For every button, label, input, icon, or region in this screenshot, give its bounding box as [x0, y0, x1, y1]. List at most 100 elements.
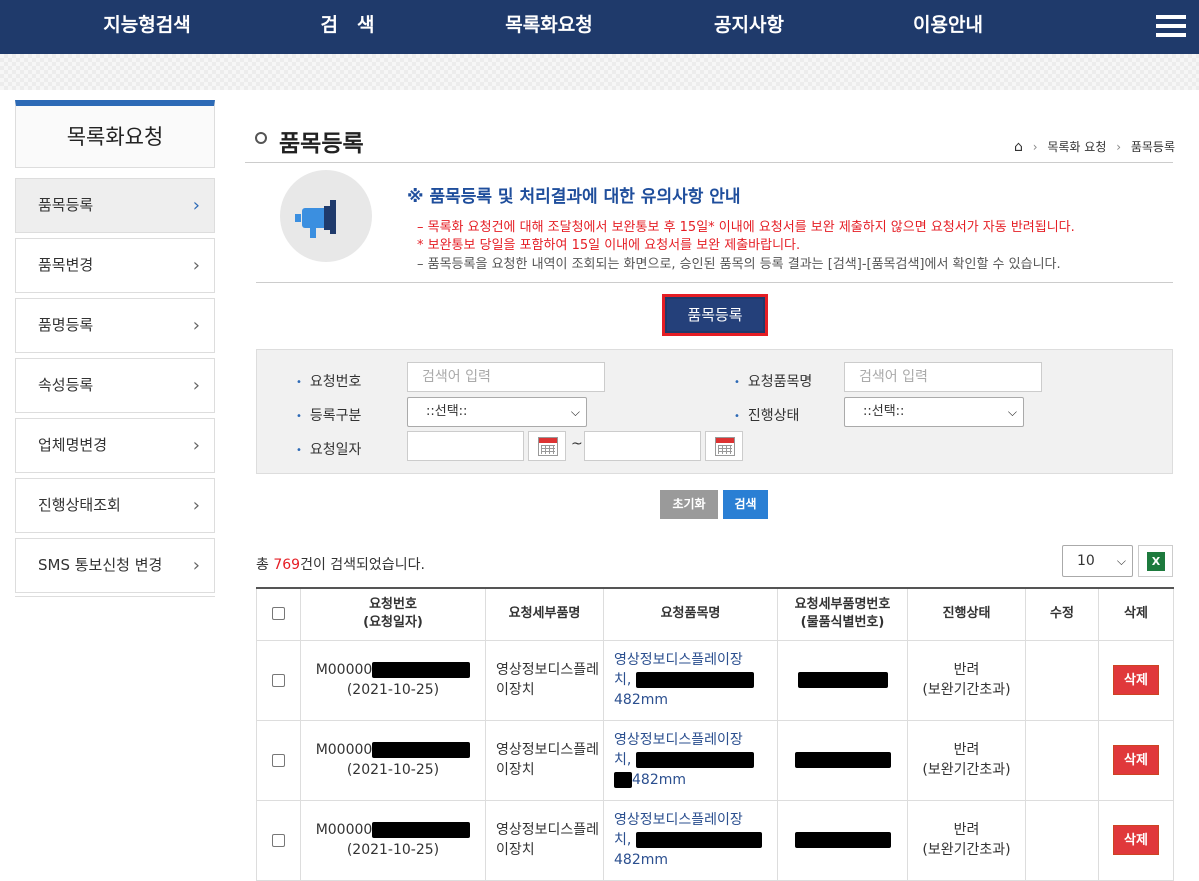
progress-status-select[interactable]: ::선택:: ⌵: [844, 397, 1024, 427]
row-checkbox[interactable]: [272, 673, 285, 687]
page-size-select[interactable]: 10 ⌵: [1062, 545, 1133, 577]
breadcrumb-catalog-request[interactable]: 목록화 요청: [1047, 140, 1106, 154]
status-cell: 반려 (보완기간초과): [907, 639, 1026, 721]
request-number-cell: M00000 (2021-10-25): [300, 799, 486, 881]
excel-download-button[interactable]: X: [1138, 545, 1173, 577]
item-name-link[interactable]: 482mm: [614, 852, 668, 868]
chevron-down-icon: ⌵: [570, 405, 580, 419]
end-date-calendar-button[interactable]: [705, 431, 743, 461]
redacted-block: [614, 772, 632, 788]
col-delete: 삭제: [1098, 587, 1174, 641]
notice-title: ※ 품목등록 및 처리결과에 대한 유의사항 안내: [407, 187, 741, 207]
select-all-checkbox[interactable]: [272, 607, 285, 621]
sidebar-item-item-change[interactable]: 품목변경 ›: [15, 238, 215, 293]
notice-line-3: – 품목등록을 요청한 내역이 조회되는 화면으로, 승인된 품목의 등록 결과…: [417, 257, 1061, 272]
registration-type-select[interactable]: ::선택:: ⌵: [407, 397, 587, 427]
item-name-link[interactable]: 치,: [614, 672, 631, 688]
sidebar-item-label: 품목등록: [38, 196, 94, 214]
chevron-right-icon: ›: [192, 555, 200, 576]
nav-notices[interactable]: 공지사항: [700, 0, 798, 54]
redacted-block: [635, 672, 754, 688]
result-count-prefix: 총: [256, 557, 274, 573]
edit-cell: [1025, 719, 1099, 801]
detail-number-cell: [777, 799, 908, 881]
redacted-block: [794, 752, 891, 768]
row-checkbox[interactable]: [272, 833, 285, 847]
reset-button[interactable]: 초기화: [660, 490, 718, 519]
sidebar-item-sms-notification[interactable]: SMS 통보신청 변경 ›: [15, 538, 215, 593]
nav-search[interactable]: 검 색: [300, 0, 395, 54]
item-name-link[interactable]: 영상정보디스플레이장: [614, 652, 743, 668]
request-number-input[interactable]: 검색어 입력: [407, 362, 605, 392]
registration-type-value: ::선택::: [426, 404, 468, 419]
sidebar-item-status-inquiry[interactable]: 진행상태조회 ›: [15, 478, 215, 533]
select-all-cell: [256, 587, 301, 641]
item-name-link[interactable]: 치,: [614, 832, 631, 848]
request-date: (2021-10-25): [346, 682, 440, 698]
sidebar-item-label: 업체명변경: [38, 436, 108, 454]
sidebar: 목록화요청 품목등록 › 품목변경 › 품명등록 › 속성등록 › 업체명변경 › 진행상…: [15, 100, 215, 597]
hamburger-menu-icon[interactable]: [1156, 15, 1186, 39]
edit-cell: [1025, 799, 1099, 881]
start-date-input[interactable]: [407, 431, 524, 461]
start-date-calendar-button[interactable]: [528, 431, 566, 461]
sidebar-item-attribute-registration[interactable]: 속성등록 ›: [15, 358, 215, 413]
request-item-name-label: 요청품목명: [734, 371, 812, 391]
row-checkbox[interactable]: [272, 753, 285, 767]
item-name-link[interactable]: 치,: [614, 752, 631, 768]
request-number[interactable]: M00000: [316, 662, 373, 678]
chevron-right-icon: ›: [1116, 140, 1121, 154]
nav-intelligent-search[interactable]: 지능형검색: [92, 0, 202, 54]
nav-catalog-request[interactable]: 목록화요청: [490, 0, 608, 54]
redacted-block: [635, 752, 754, 768]
detail-number-cell: [777, 719, 908, 801]
delete-cell: 삭제: [1098, 719, 1174, 801]
page-size-value: 10: [1077, 553, 1095, 569]
item-name-link[interactable]: 482mm: [632, 772, 686, 788]
item-name-link[interactable]: 영상정보디스플레이장: [614, 732, 743, 748]
request-number-label: 요청번호: [296, 371, 362, 391]
status-text: 반려: [953, 822, 980, 838]
detail-name-cell: 영상정보디스플레이장치: [485, 799, 604, 881]
redacted-block: [372, 742, 471, 758]
row-select-cell: [256, 639, 301, 721]
sidebar-item-company-name-change[interactable]: 업체명변경 ›: [15, 418, 215, 473]
nav-guide[interactable]: 이용안내: [898, 0, 998, 54]
request-number[interactable]: M00000: [316, 822, 373, 838]
register-item-button[interactable]: 품목등록: [662, 294, 768, 336]
col-status: 진행상태: [907, 587, 1026, 641]
end-date-input[interactable]: [584, 431, 701, 461]
redacted-block: [794, 832, 891, 848]
table-header-row: 요청번호 (요청일자) 요청세부품명 요청품목명 요청세부품명번호 (물품식별번…: [256, 587, 1174, 641]
result-count-number: 769: [273, 557, 301, 573]
item-name-link[interactable]: 482mm: [614, 692, 668, 708]
status-cell: 반려 (보완기간초과): [907, 719, 1026, 801]
table-row: M00000 (2021-10-25) 영상정보디스플레이장치 영상정보디스플레…: [256, 799, 1174, 881]
request-date: (2021-10-25): [346, 762, 440, 778]
notice-divider: [256, 282, 1173, 283]
status-text: 반려: [953, 742, 980, 758]
col-edit: 수정: [1025, 587, 1099, 641]
header-divider: [245, 162, 1173, 163]
redacted-block: [635, 832, 762, 848]
redacted-block: [797, 672, 888, 688]
request-number[interactable]: M00000: [316, 742, 373, 758]
delete-cell: 삭제: [1098, 799, 1174, 881]
sidebar-item-name-registration[interactable]: 품명등록 ›: [15, 298, 215, 353]
chevron-down-icon: ⌵: [1116, 554, 1126, 568]
detail-name-cell: 영상정보디스플레이장치: [485, 639, 604, 721]
delete-button[interactable]: 삭제: [1113, 665, 1159, 695]
delete-button[interactable]: 삭제: [1113, 825, 1159, 855]
request-date-label: 요청일자: [296, 439, 362, 459]
delete-cell: 삭제: [1098, 639, 1174, 721]
sidebar-divider: [15, 593, 215, 597]
search-button[interactable]: 검색: [723, 490, 768, 519]
item-name-link[interactable]: 영상정보디스플레이장: [614, 812, 743, 828]
page-title: 품목등록: [279, 131, 364, 157]
sidebar-item-item-registration[interactable]: 품목등록 ›: [15, 178, 215, 233]
registration-type-label: 등록구분: [296, 405, 362, 425]
sidebar-item-label: 진행상태조회: [38, 496, 121, 514]
request-item-name-input[interactable]: 검색어 입력: [844, 362, 1042, 392]
home-icon[interactable]: ⌂: [1014, 139, 1023, 155]
delete-button[interactable]: 삭제: [1113, 745, 1159, 775]
